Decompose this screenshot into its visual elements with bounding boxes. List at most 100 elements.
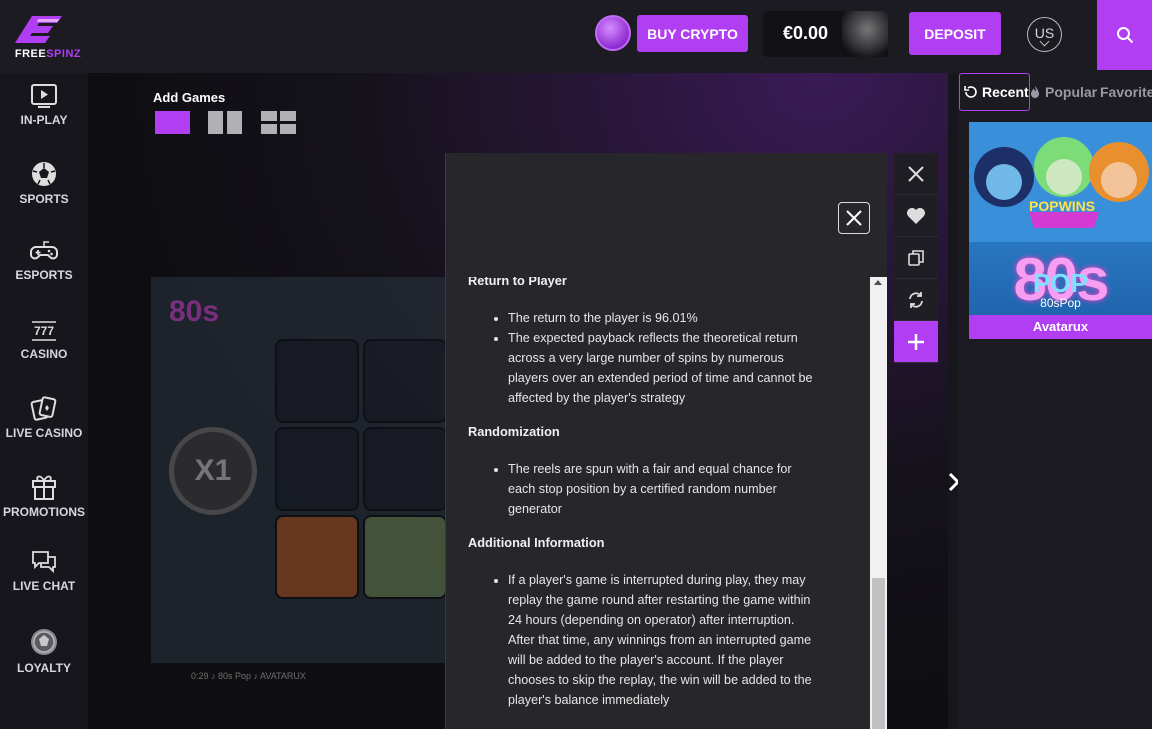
deposit-button[interactable]: DEPOSIT xyxy=(909,12,1001,55)
reload-button[interactable] xyxy=(894,279,938,321)
reel-symbol xyxy=(363,339,447,423)
game-logo: 80s xyxy=(169,295,220,328)
game-frame[interactable]: 80s X1 0:29 ♪ 80s Pop ♪ AVATARUX xyxy=(151,277,449,691)
sidebar-item-label: PROMOTIONS xyxy=(2,505,85,519)
close-icon xyxy=(908,165,924,182)
modal-content[interactable]: Return to Player The return to the playe… xyxy=(446,277,870,729)
sidebar-item-sports[interactable]: SPORTS xyxy=(0,160,88,206)
game-name: 80sPop xyxy=(1040,296,1081,310)
game-info-modal: Return to Player The return to the playe… xyxy=(445,153,887,729)
list-item: The return to the player is 96.01% xyxy=(508,308,813,328)
modal-scrollbar[interactable] xyxy=(870,277,887,729)
layout-quad-button[interactable] xyxy=(261,111,297,140)
plus-icon xyxy=(908,333,924,350)
gamepad-icon xyxy=(30,241,58,260)
games-panel: Recent Popular Favorites POPWINS 80s POP… xyxy=(958,73,1152,729)
copy-icon xyxy=(908,249,924,266)
scroll-thumb[interactable] xyxy=(872,578,885,729)
section-heading: Additional Information xyxy=(468,535,605,550)
multiplier-badge: X1 xyxy=(169,427,257,515)
heart-icon xyxy=(907,207,925,224)
in-play-icon xyxy=(31,84,57,108)
grid-view-icon xyxy=(261,111,296,134)
sidebar-item-label: ESPORTS xyxy=(15,268,73,282)
section-list: If a player's game is interrupted during… xyxy=(468,570,813,710)
add-game-button[interactable] xyxy=(894,321,938,363)
top-bar: FREESPINZ BUY CRYPTO €0.00 DEPOSIT US xyxy=(0,0,1152,73)
svg-text:777: 777 xyxy=(34,324,54,338)
sidebar-item-label: LIVE CHAT xyxy=(12,579,76,593)
section-heading: Randomization xyxy=(468,424,560,439)
add-games-label: Add Games xyxy=(153,90,226,105)
list-item: If a player's game is interrupted during… xyxy=(508,570,813,710)
list-item: The expected payback reflects the theore… xyxy=(508,328,813,408)
freespinz-logo[interactable]: FREESPINZ xyxy=(8,14,88,62)
sidebar-item-label: LOYALTY xyxy=(16,661,71,675)
sidebar-item-in-play[interactable]: IN-PLAY xyxy=(0,83,88,127)
list-item: The reels are spun with a fair and equal… xyxy=(508,459,813,519)
copy-button[interactable] xyxy=(894,237,938,279)
tab-label: Popular xyxy=(1045,84,1098,100)
sidebar: IN-PLAY SPORTS ESPORTS 777 CASINO LIVE C… xyxy=(0,73,88,729)
slot-777-icon: 777 xyxy=(32,321,56,341)
favorite-button[interactable] xyxy=(894,195,938,237)
section-list: The reels are spun with a fair and equal… xyxy=(468,459,813,519)
reel-symbol xyxy=(275,339,359,423)
tab-popular[interactable]: Popular xyxy=(1030,73,1098,111)
card-subtitle: POP xyxy=(1033,268,1088,298)
balance-box[interactable]: €0.00 xyxy=(763,11,888,57)
single-view-icon xyxy=(155,111,190,134)
cards-icon xyxy=(30,396,57,421)
game-card[interactable]: POPWINS 80s POP 80sPop Avatarux xyxy=(969,122,1152,339)
game-footer: 0:29 ♪ 80s Pop ♪ AVATARUX xyxy=(151,663,449,691)
sidebar-item-label: IN-PLAY xyxy=(20,113,68,127)
soccer-ball-icon xyxy=(32,162,56,186)
modal-close-button[interactable] xyxy=(838,202,870,234)
sidebar-item-casino[interactable]: 777 CASINO xyxy=(0,319,88,361)
search-button[interactable] xyxy=(1097,0,1152,70)
split-view-icon xyxy=(208,111,242,134)
search-icon xyxy=(1116,27,1133,44)
game-thumbnail-art xyxy=(969,122,1152,242)
sidebar-item-label: SPORTS xyxy=(19,192,69,206)
balance-amount: €0.00 xyxy=(783,23,829,43)
tab-favorites[interactable]: Favorites xyxy=(1097,73,1152,111)
sidebar-item-label: LIVE CASINO xyxy=(5,426,83,440)
sidebar-item-promotions[interactable]: PROMOTIONS xyxy=(0,471,88,519)
sidebar-item-live-chat[interactable]: LIVE CHAT xyxy=(0,549,88,593)
section-list: The return to the player is 96.01% The e… xyxy=(468,308,813,408)
sidebar-item-esports[interactable]: ESPORTS xyxy=(0,238,88,282)
sidebar-item-label: CASINO xyxy=(20,347,68,361)
layout-single-button[interactable] xyxy=(155,111,191,140)
layout-double-button[interactable] xyxy=(208,111,244,140)
section-heading: Return to Player xyxy=(468,277,567,288)
loyalty-badge-icon xyxy=(31,629,57,655)
tab-recent[interactable]: Recent xyxy=(959,73,1030,111)
refresh-icon xyxy=(909,291,923,308)
refresh-icon xyxy=(964,86,977,98)
logo-text: FREESPINZ xyxy=(14,48,82,60)
close-game-button[interactable] xyxy=(894,153,938,195)
language-code: US xyxy=(1034,24,1055,41)
reel-symbol xyxy=(363,427,447,511)
reel-symbol xyxy=(363,515,447,599)
tab-label: Recent xyxy=(982,84,1029,100)
gift-icon xyxy=(32,475,56,500)
flame-icon xyxy=(1031,86,1039,98)
sidebar-item-live-casino[interactable]: LIVE CASINO xyxy=(0,394,88,440)
reel-symbol xyxy=(275,427,359,511)
buy-crypto-button[interactable]: BUY CRYPTO xyxy=(637,15,748,52)
language-selector[interactable]: US xyxy=(1027,17,1062,52)
crypto-coin-icon[interactable] xyxy=(595,15,631,51)
tab-label: Favorites xyxy=(1100,84,1152,100)
sidebar-item-loyalty[interactable]: LOYALTY xyxy=(0,627,88,675)
game-provider: Avatarux xyxy=(969,315,1152,339)
game-tools xyxy=(894,153,938,363)
logo-mark-icon xyxy=(15,16,62,43)
avatar[interactable] xyxy=(842,11,888,57)
reel-symbol xyxy=(275,515,359,599)
rules-text: Return to Player The return to the playe… xyxy=(468,277,813,724)
scroll-up-arrow-icon[interactable] xyxy=(874,280,882,285)
chat-icon xyxy=(32,551,56,574)
close-icon xyxy=(846,210,862,226)
